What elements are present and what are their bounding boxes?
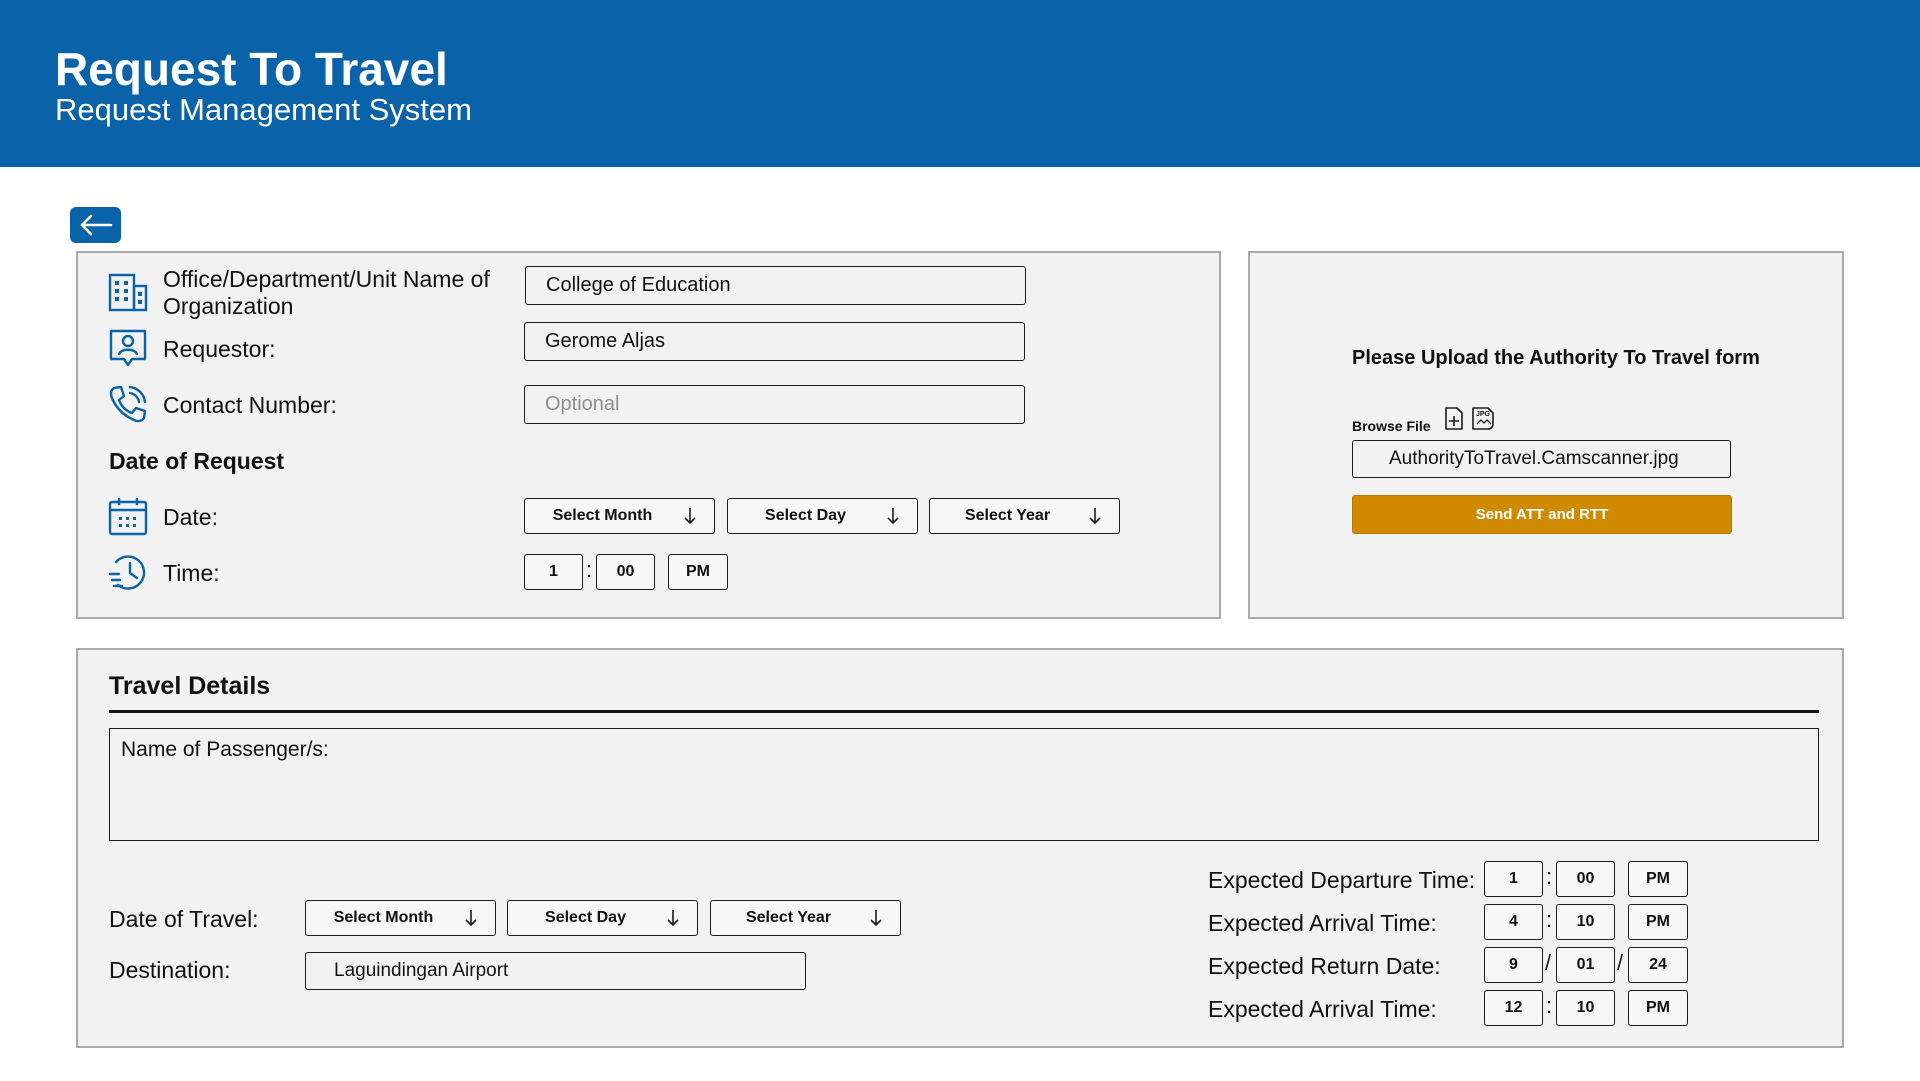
arrow-down-icon xyxy=(887,508,899,525)
return-day-input[interactable]: 01 xyxy=(1556,947,1615,983)
contact-label: Contact Number: xyxy=(163,392,337,418)
calendar-icon xyxy=(108,498,148,536)
date-separator: / xyxy=(1545,950,1552,975)
arrow-left-icon xyxy=(80,214,112,236)
file-name-input[interactable] xyxy=(1352,440,1731,478)
time-separator: : xyxy=(586,557,593,582)
arrival-hour-input[interactable]: 4 xyxy=(1484,904,1543,940)
date-separator: / xyxy=(1617,950,1624,975)
send-att-rtt-button[interactable]: Send ATT and RTT xyxy=(1352,495,1732,534)
travel-month-select[interactable]: Select Month xyxy=(305,900,496,936)
requestor-label: Requestor: xyxy=(163,336,276,362)
app-header: Request To Travel Request Management Sys… xyxy=(0,0,1920,167)
jpg-file-icon[interactable]: JPG xyxy=(1470,406,1496,431)
time-separator: : xyxy=(1546,864,1553,889)
request-year-select-label: Select Year xyxy=(964,507,1051,524)
return-arrival-minute-input[interactable]: 10 xyxy=(1556,990,1615,1026)
back-button[interactable] xyxy=(70,207,121,243)
arrival-time-label: Expected Arrival Time: xyxy=(1208,910,1437,936)
time-separator: : xyxy=(1546,993,1553,1018)
requestor-input[interactable] xyxy=(524,322,1025,361)
travel-month-select-label: Select Month xyxy=(333,909,434,926)
return-month-input[interactable]: 9 xyxy=(1484,947,1543,983)
time-label: Time: xyxy=(163,560,220,586)
departure-period-select[interactable]: PM xyxy=(1628,861,1688,897)
request-minute-input[interactable]: 00 xyxy=(596,554,655,590)
date-of-request-heading: Date of Request xyxy=(109,448,285,474)
page-subtitle: Request Management System xyxy=(55,92,472,127)
building-icon xyxy=(108,273,148,312)
upload-panel xyxy=(1248,251,1844,619)
travel-day-select[interactable]: Select Day xyxy=(507,900,698,936)
passengers-label: Name of Passenger/s: xyxy=(121,738,329,761)
arrow-down-icon xyxy=(870,910,882,927)
upload-heading: Please Upload the Authority To Travel fo… xyxy=(1352,347,1760,369)
office-label: Office/Department/Unit Name of Organizat… xyxy=(163,266,490,320)
browse-file-label[interactable]: Browse File xyxy=(1352,413,1431,439)
clock-icon xyxy=(108,555,146,590)
requestor-icon xyxy=(109,329,147,367)
contact-input[interactable] xyxy=(524,385,1025,424)
arrow-down-icon xyxy=(684,508,696,525)
return-arrival-period-select[interactable]: PM xyxy=(1628,990,1688,1026)
return-date-label: Expected Return Date: xyxy=(1208,953,1441,979)
travel-day-select-label: Select Day xyxy=(545,909,626,926)
request-month-select-label: Select Month xyxy=(552,507,653,524)
office-label-line1: Office/Department/Unit Name of xyxy=(163,266,490,292)
return-year-input[interactable]: 24 xyxy=(1628,947,1688,983)
passengers-textarea[interactable]: Name of Passenger/s: xyxy=(109,728,1819,841)
request-day-select[interactable]: Select Day xyxy=(727,498,918,534)
phone-icon xyxy=(109,385,147,423)
travel-details-divider xyxy=(109,710,1819,713)
arrival-period-select[interactable]: PM xyxy=(1628,904,1688,940)
time-separator: : xyxy=(1546,907,1553,932)
jpg-badge: JPG xyxy=(1476,411,1491,418)
destination-input[interactable] xyxy=(305,952,806,990)
date-of-travel-label: Date of Travel: xyxy=(109,906,259,932)
destination-label: Destination: xyxy=(109,957,231,983)
arrival-minute-input[interactable]: 10 xyxy=(1556,904,1615,940)
departure-time-label: Expected Departure Time: xyxy=(1208,867,1476,893)
date-label: Date: xyxy=(163,504,218,530)
travel-year-select-label: Select Year xyxy=(745,909,832,926)
return-arrival-hour-input[interactable]: 12 xyxy=(1484,990,1543,1026)
arrow-down-icon xyxy=(1089,508,1101,525)
request-hour-input[interactable]: 1 xyxy=(524,554,583,590)
departure-minute-input[interactable]: 00 xyxy=(1556,861,1615,897)
request-day-select-label: Select Day xyxy=(765,507,846,524)
request-month-select[interactable]: Select Month xyxy=(524,498,715,534)
departure-hour-input[interactable]: 1 xyxy=(1484,861,1543,897)
request-year-select[interactable]: Select Year xyxy=(929,498,1120,534)
return-arrival-time-label: Expected Arrival Time: xyxy=(1208,996,1437,1022)
arrow-down-icon xyxy=(667,910,679,927)
office-label-line2: Organization xyxy=(163,293,294,319)
office-input[interactable] xyxy=(525,266,1026,305)
request-period-select[interactable]: PM xyxy=(668,554,728,590)
add-file-icon[interactable] xyxy=(1444,406,1464,431)
arrow-down-icon xyxy=(465,910,477,927)
travel-details-heading: Travel Details xyxy=(109,672,271,700)
travel-year-select[interactable]: Select Year xyxy=(710,900,901,936)
page-title: Request To Travel xyxy=(55,43,448,95)
